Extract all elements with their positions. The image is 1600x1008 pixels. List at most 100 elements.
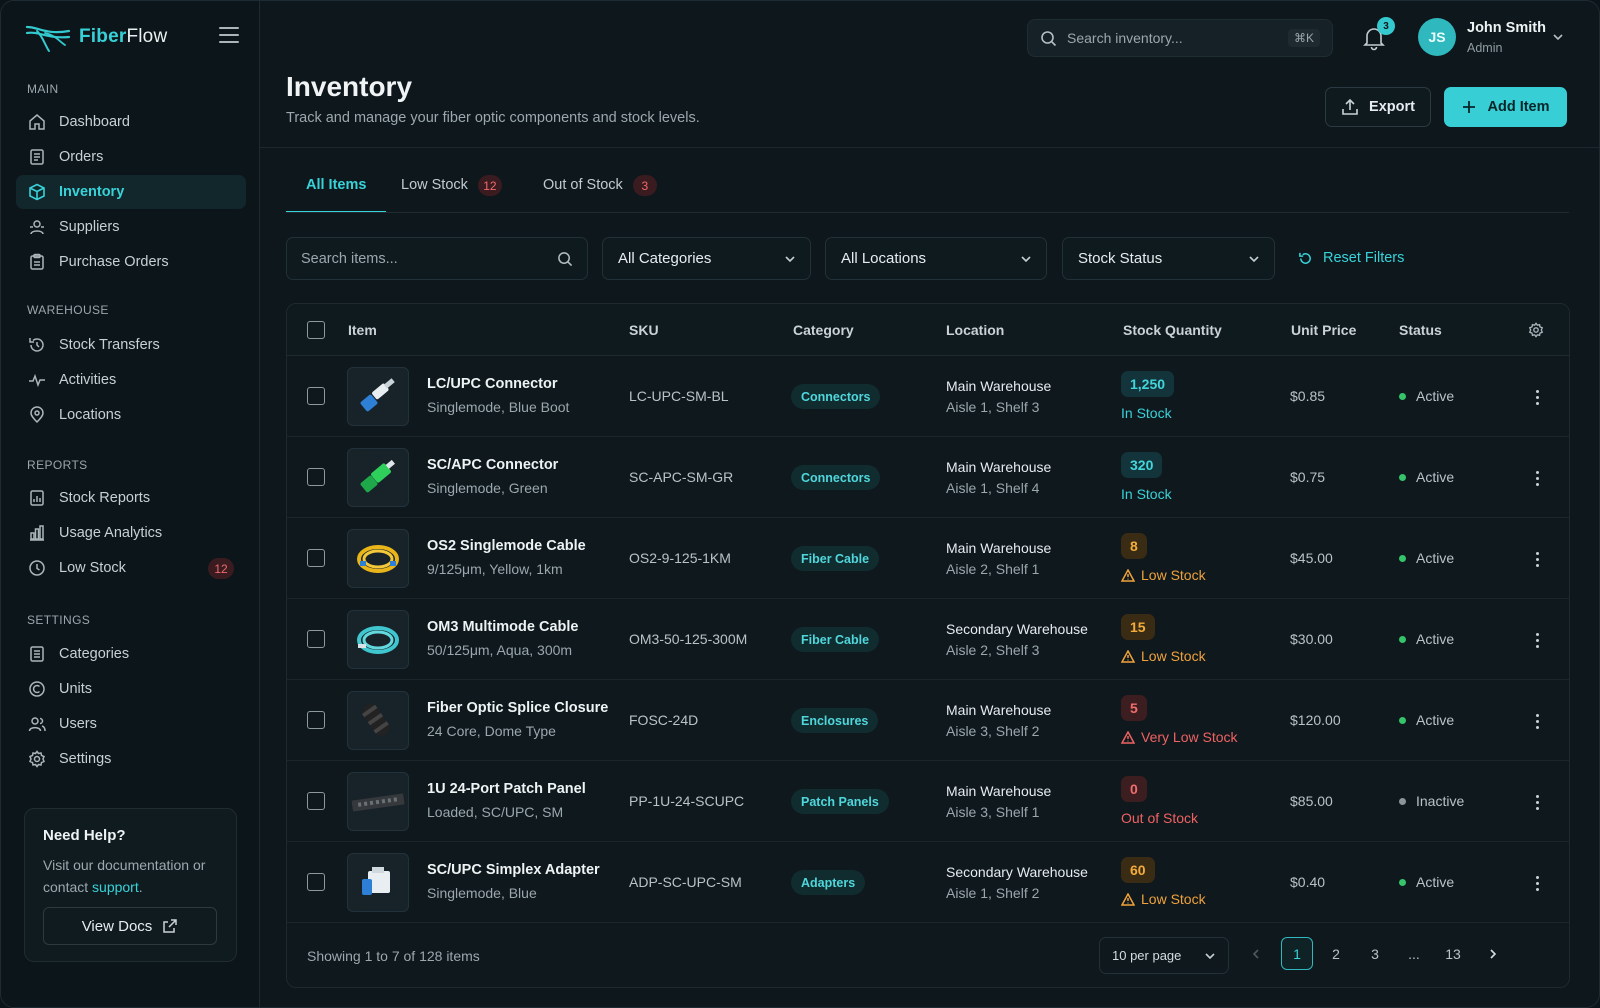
- global-search-input[interactable]: [1067, 30, 1278, 46]
- menu-toggle-icon[interactable]: [219, 27, 239, 45]
- stock-state: Out of Stock: [1121, 810, 1199, 826]
- view-docs-button[interactable]: View Docs: [43, 907, 217, 945]
- stock-quantity-badge: 15: [1121, 614, 1155, 640]
- status-badge: Active: [1399, 874, 1454, 890]
- tabs-divider: [286, 212, 1569, 213]
- location-shelf: Aisle 3, Shelf 1: [946, 804, 1040, 820]
- global-search[interactable]: ⌘K: [1027, 19, 1333, 57]
- sidebar-item-usage-analytics[interactable]: Usage Analytics: [16, 516, 246, 550]
- brand-name: FiberFlow: [79, 26, 168, 47]
- item-name[interactable]: SC/UPC Simplex Adapter: [427, 862, 600, 878]
- tab-low-stock-badge: 12: [477, 175, 502, 196]
- stock-status-select[interactable]: Stock Status: [1062, 237, 1275, 280]
- reset-filters-button[interactable]: Reset Filters: [1298, 250, 1404, 266]
- chevron-down-icon: [1021, 255, 1031, 262]
- item-search-input[interactable]: [301, 250, 557, 267]
- sidebar-item-units[interactable]: Units: [16, 672, 246, 706]
- item-desc: 50/125μm, Aqua, 300m: [427, 642, 573, 658]
- item-name[interactable]: OM3 Multimode Cable: [427, 619, 578, 635]
- tab-low-stock[interactable]: Low Stock 12: [401, 175, 502, 213]
- col-stock-quantity[interactable]: Stock Quantity: [1123, 322, 1222, 338]
- table-row[interactable]: SC/UPC Simplex Adapter Singlemode, Blue …: [287, 842, 1569, 923]
- stock-state: Low Stock: [1121, 891, 1206, 907]
- next-page-icon[interactable]: [1477, 937, 1509, 970]
- brand-logo[interactable]: FiberFlow: [25, 19, 167, 55]
- item-name[interactable]: Fiber Optic Splice Closure: [427, 700, 608, 716]
- sidebar-item-dashboard[interactable]: Dashboard: [16, 105, 246, 139]
- row-checkbox[interactable]: [307, 630, 325, 648]
- col-item[interactable]: Item: [348, 322, 377, 338]
- table-row[interactable]: SC/APC Connector Singlemode, Green SC-AP…: [287, 437, 1569, 518]
- avatar[interactable]: JS: [1418, 18, 1456, 56]
- location-select[interactable]: All Locations: [825, 237, 1047, 280]
- per-page-select[interactable]: 10 per page: [1099, 937, 1229, 974]
- sidebar-item-stock-transfers[interactable]: Stock Transfers: [16, 328, 246, 362]
- table-row[interactable]: OM3 Multimode Cable 50/125μm, Aqua, 300m…: [287, 599, 1569, 680]
- page-3[interactable]: 3: [1359, 937, 1391, 970]
- transfer-icon: [29, 338, 44, 352]
- table-row[interactable]: Fiber Optic Splice Closure 24 Core, Dome…: [287, 680, 1569, 761]
- category-badge: Fiber Cable: [791, 546, 880, 571]
- tab-out-of-stock[interactable]: Out of Stock 3: [543, 175, 657, 213]
- item-thumbnail: [347, 610, 409, 669]
- item-name[interactable]: OS2 Singlemode Cable: [427, 538, 586, 554]
- item-name[interactable]: LC/UPC Connector: [427, 376, 558, 392]
- sidebar-item-orders[interactable]: Orders: [16, 140, 246, 174]
- user-name[interactable]: John Smith: [1467, 20, 1546, 36]
- item-name[interactable]: 1U 24-Port Patch Panel: [427, 781, 586, 797]
- category-select[interactable]: All Categories: [602, 237, 811, 280]
- sidebar-item-locations[interactable]: Locations: [16, 398, 246, 432]
- col-unit-price[interactable]: Unit Price: [1291, 322, 1356, 338]
- chevron-down-icon[interactable]: [1552, 31, 1564, 43]
- location-warehouse: Main Warehouse: [946, 459, 1052, 475]
- prev-page-icon[interactable]: [1240, 937, 1272, 970]
- row-menu-icon[interactable]: [1527, 710, 1547, 732]
- add-item-button[interactable]: Add Item: [1444, 87, 1567, 127]
- select-all-checkbox[interactable]: [307, 321, 325, 339]
- table-row[interactable]: OS2 Singlemode Cable 9/125μm, Yellow, 1k…: [287, 518, 1569, 599]
- column-settings-icon[interactable]: [1528, 322, 1544, 338]
- sidebar-item-activities[interactable]: Activities: [16, 363, 246, 397]
- page-13[interactable]: 13: [1437, 937, 1469, 970]
- table-row[interactable]: LC/UPC Connector Singlemode, Blue Boot L…: [287, 356, 1569, 437]
- location-warehouse: Secondary Warehouse: [946, 621, 1088, 637]
- row-menu-icon[interactable]: [1527, 629, 1547, 651]
- sidebar-item-suppliers[interactable]: Suppliers: [16, 210, 246, 244]
- page-subtitle: Track and manage your fiber optic compon…: [286, 110, 700, 126]
- tab-all-items[interactable]: All Items: [286, 177, 387, 213]
- page-2[interactable]: 2: [1320, 937, 1352, 970]
- sidebar-item-settings[interactable]: Settings: [16, 742, 246, 776]
- sidebar-item-low-stock[interactable]: Low Stock 12: [16, 551, 246, 585]
- page-1[interactable]: 1: [1281, 937, 1313, 970]
- row-checkbox[interactable]: [307, 387, 325, 405]
- chevron-down-icon: [1249, 255, 1259, 262]
- col-location[interactable]: Location: [946, 322, 1004, 338]
- row-menu-icon[interactable]: [1527, 467, 1547, 489]
- table-row[interactable]: 1U 24-Port Patch Panel Loaded, SC/UPC, S…: [287, 761, 1569, 842]
- support-link[interactable]: support: [92, 879, 139, 895]
- item-name[interactable]: SC/APC Connector: [427, 457, 558, 473]
- row-checkbox[interactable]: [307, 468, 325, 486]
- row-menu-icon[interactable]: [1527, 791, 1547, 813]
- col-sku[interactable]: SKU: [629, 322, 659, 338]
- sidebar-item-stock-reports[interactable]: Stock Reports: [16, 481, 246, 515]
- col-status[interactable]: Status: [1399, 322, 1442, 338]
- report-icon: [30, 490, 44, 506]
- category-badge: Enclosures: [791, 708, 879, 733]
- sidebar-item-inventory[interactable]: Inventory: [16, 175, 246, 209]
- gear-icon: [29, 750, 45, 768]
- row-menu-icon[interactable]: [1527, 872, 1547, 894]
- row-menu-icon[interactable]: [1527, 548, 1547, 570]
- sidebar-item-purchase-orders[interactable]: Purchase Orders: [16, 245, 246, 279]
- row-checkbox[interactable]: [307, 873, 325, 891]
- status-dot: [1399, 392, 1406, 400]
- row-checkbox[interactable]: [307, 711, 325, 729]
- sidebar-item-categories[interactable]: Categories: [16, 637, 246, 671]
- row-checkbox[interactable]: [307, 549, 325, 567]
- row-checkbox[interactable]: [307, 792, 325, 810]
- item-search[interactable]: [286, 237, 588, 280]
- sidebar-item-users[interactable]: Users: [16, 707, 246, 741]
- export-button[interactable]: Export: [1325, 87, 1431, 127]
- row-menu-icon[interactable]: [1527, 386, 1547, 408]
- col-category[interactable]: Category: [793, 322, 854, 338]
